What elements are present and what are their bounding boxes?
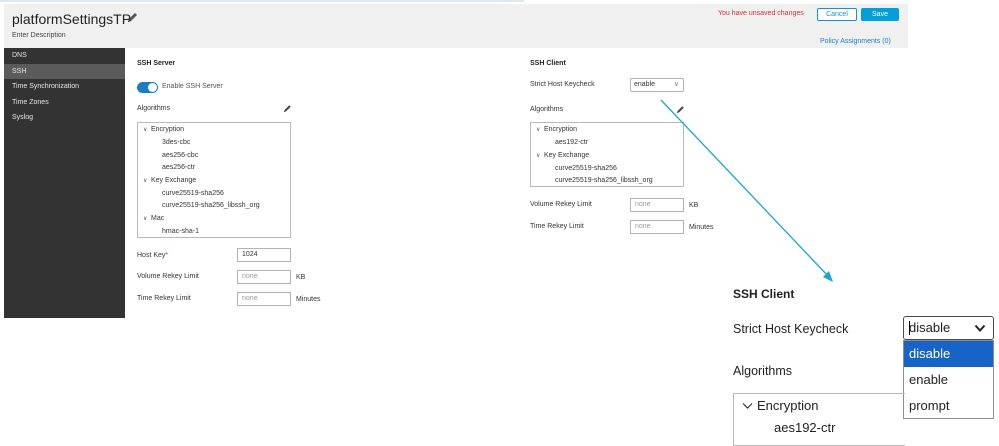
tree-item-curve25519-sha256: curve25519-sha256 <box>162 189 224 197</box>
chevron-down-icon <box>974 324 986 332</box>
select-value: disable <box>909 320 951 335</box>
select-value: enable <box>634 81 656 88</box>
server-volume-rekey-input[interactable]: none <box>237 270 291 284</box>
server-time-unit: Minutes <box>296 296 321 303</box>
host-key-text: Host Key <box>137 252 166 259</box>
tree-node-key-exchange[interactable]: ∨ Key Exchange <box>536 152 589 159</box>
tree-item-aes192-ctr: aes192-ctr <box>555 139 589 146</box>
sidebar-item-ssh[interactable]: SSH <box>4 63 125 79</box>
strict-host-keycheck-select[interactable]: enable ∨ <box>630 78 684 92</box>
required-marker: * <box>165 252 169 259</box>
page-title: platformSettingsTP <box>12 11 132 27</box>
toggle-knob <box>148 83 157 92</box>
zoom-algorithms-tree: Encryption aes192-ctr <box>733 393 905 446</box>
enable-ssh-server-toggle[interactable] <box>137 82 158 93</box>
unsaved-changes-warning: You have unsaved changes <box>718 10 804 17</box>
cancel-button[interactable]: Cancel <box>817 8 857 21</box>
zoom-algorithms-label: Algorithms <box>733 364 793 378</box>
sidebar-item-syslog[interactable]: Syslog <box>4 110 125 126</box>
client-volume-rekey-input[interactable]: none <box>630 198 684 212</box>
chevron-down-icon <box>742 403 753 409</box>
tree-node-key-exchange[interactable]: ∨ Key Exchange <box>143 177 196 184</box>
option-prompt[interactable]: prompt <box>904 393 993 419</box>
tree-node-encryption[interactable]: ∨ Encryption <box>143 126 184 133</box>
chevron-down-icon: ∨ <box>536 127 541 133</box>
ssh-client-title: SSH Client <box>530 60 566 67</box>
save-button[interactable]: Save <box>861 8 899 21</box>
tree-item-curve25519-libssh: curve25519-sha256_libssh_org <box>162 202 260 209</box>
host-key-label: Host Key* <box>137 252 168 259</box>
tree-node-mac[interactable]: ∨ Mac <box>143 215 164 222</box>
zoom-strict-host-keycheck-select[interactable]: disable <box>903 316 994 340</box>
tree-item-curve25519-sha256: curve25519-sha256 <box>555 164 617 172</box>
tree-node-label: Key Exchange <box>151 177 197 184</box>
zoom-strict-host-keycheck-label: Strict Host Keycheck <box>733 322 849 336</box>
chevron-down-icon: ∨ <box>673 81 679 88</box>
chevron-down-icon: ∨ <box>143 216 148 222</box>
tree-item-aes256-ctr: aes256-ctr <box>162 164 196 171</box>
edit-client-algorithms-pencil-icon[interactable] <box>676 105 685 114</box>
sidebar-item-time-synchronization[interactable]: Time Synchronization <box>4 79 125 95</box>
server-volume-rekey-label: Volume Rekey Limit <box>137 273 199 280</box>
sidebar-item-dns[interactable]: DNS <box>4 48 125 64</box>
chevron-down-icon: ∨ <box>536 153 541 159</box>
tree-item-hmac-sha-1: hmac-sha-1 <box>162 227 199 235</box>
description-field[interactable]: Enter Description <box>12 32 66 39</box>
tree-node-label: Encryption <box>151 126 185 133</box>
tree-node-encryption[interactable]: ∨ Encryption <box>536 126 577 133</box>
tree-node-label: Encryption <box>544 126 578 133</box>
client-time-rekey-input[interactable]: none <box>630 220 684 234</box>
server-algorithms-tree: ∨ Encryption 3des-cbc aes256-cbc aes256-c… <box>137 122 291 238</box>
tree-item-curve25519-libssh: curve25519-sha256_libssh_org <box>555 177 653 184</box>
option-disable[interactable]: disable <box>904 341 993 367</box>
server-volume-unit: KB <box>296 274 306 281</box>
strict-host-keycheck-dropdown-list: disable enable prompt <box>903 340 994 419</box>
zoom-ssh-client-title: SSH Client <box>733 287 795 301</box>
option-enable[interactable]: enable <box>904 367 993 393</box>
client-time-rekey-label: Time Rekey Limit <box>530 223 584 230</box>
tree-item-3des-cbc: 3des-cbc <box>162 139 191 146</box>
strict-host-keycheck-label: Strict Host Keycheck <box>530 81 595 88</box>
chevron-down-icon: ∨ <box>143 178 148 184</box>
settings-sidebar: DNS SSH Time Synchronization Time Zones … <box>4 48 125 318</box>
tree-node-label: Encryption <box>757 398 819 413</box>
edit-server-algorithms-pencil-icon[interactable] <box>283 104 292 113</box>
server-time-rekey-input[interactable]: none <box>237 292 291 306</box>
host-key-input[interactable]: 1024 <box>237 248 291 262</box>
policy-assignments-link[interactable]: Policy Assignments (0) <box>820 38 891 45</box>
client-algorithms-label: Algorithms <box>530 106 564 113</box>
ssh-server-title: SSH Server <box>137 60 176 67</box>
client-volume-rekey-label: Volume Rekey Limit <box>530 201 592 208</box>
sidebar-item-time-zones[interactable]: Time Zones <box>4 95 125 111</box>
client-volume-unit: KB <box>689 202 699 209</box>
server-time-rekey-label: Time Rekey Limit <box>137 295 191 302</box>
enable-ssh-server-label: Enable SSH Server <box>162 83 223 90</box>
server-algorithms-label: Algorithms <box>137 105 171 112</box>
page-header: platformSettingsTP Enter Description You… <box>4 4 908 48</box>
client-time-unit: Minutes <box>689 224 714 231</box>
chevron-down-icon: ∨ <box>143 127 148 133</box>
client-algorithms-tree: ∨ Encryption aes192-ctr ∨ Key Exchange cur… <box>530 122 684 187</box>
text-cursor <box>909 321 910 335</box>
tree-node-label: Mac <box>151 215 165 222</box>
zoom-tree-item-aes192-ctr: aes192-ctr <box>774 420 836 435</box>
top-divider <box>0 0 524 2</box>
tree-node-label: Key Exchange <box>544 152 590 159</box>
edit-title-pencil-icon[interactable] <box>126 11 138 25</box>
zoom-tree-node-encryption[interactable]: Encryption <box>742 398 818 413</box>
tree-item-aes256-cbc: aes256-cbc <box>162 151 199 159</box>
